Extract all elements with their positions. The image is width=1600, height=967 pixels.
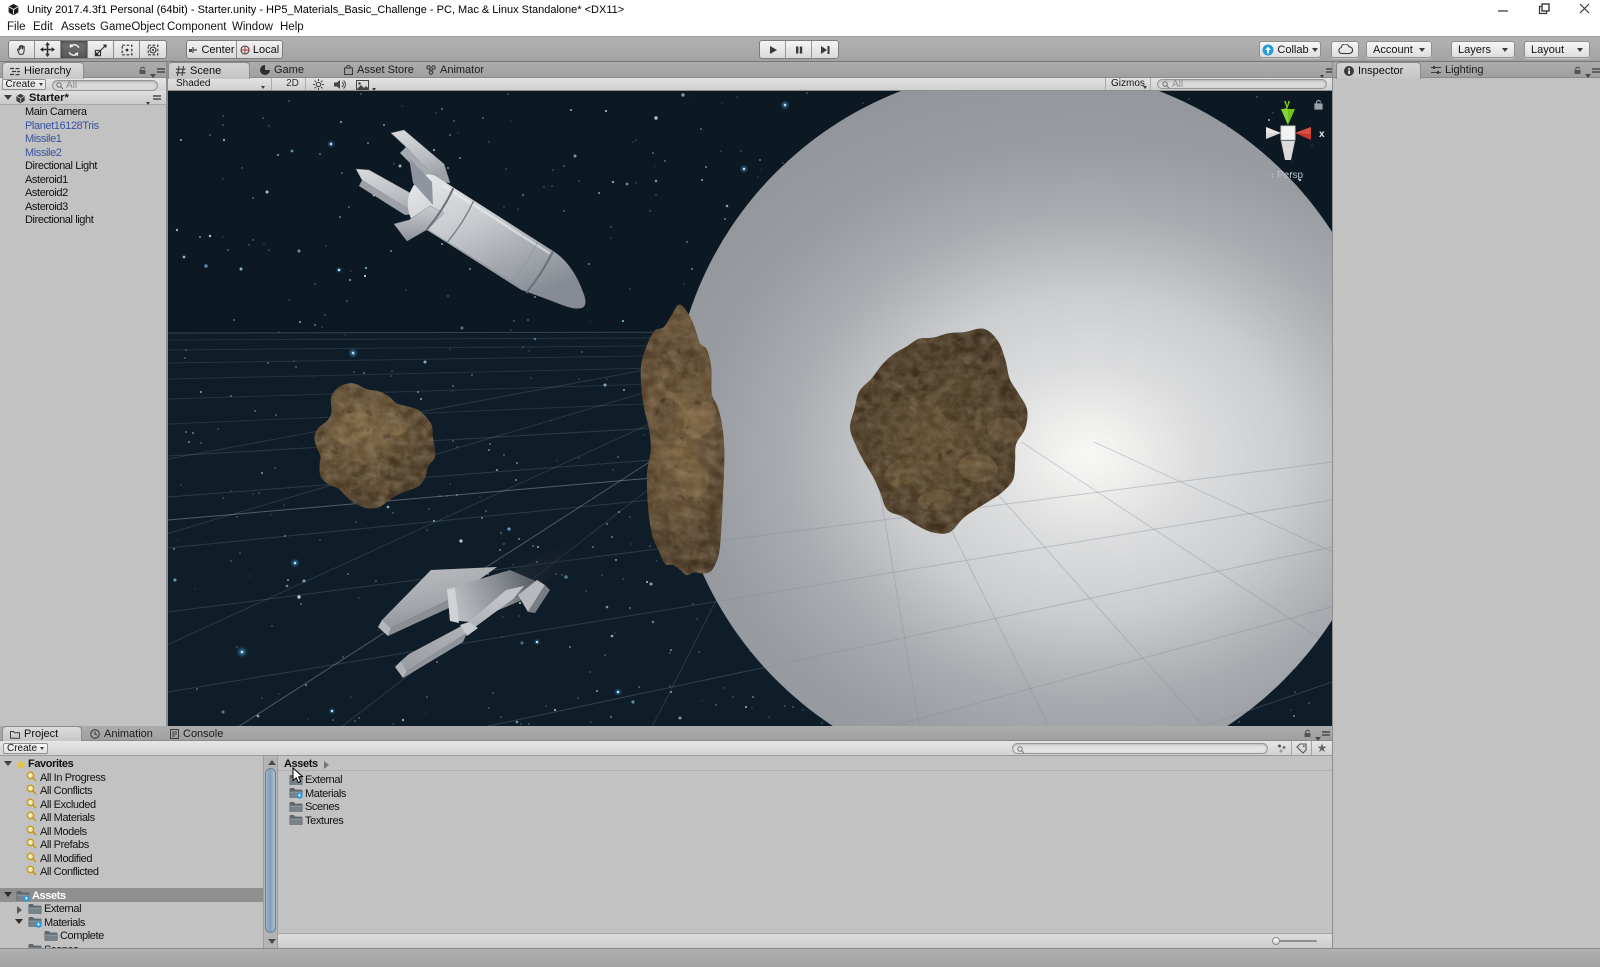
svg-text:x: x — [1319, 129, 1325, 140]
svg-text:y: y — [1284, 98, 1291, 110]
svg-text:‹ Persp: ‹ Persp — [1271, 170, 1304, 181]
